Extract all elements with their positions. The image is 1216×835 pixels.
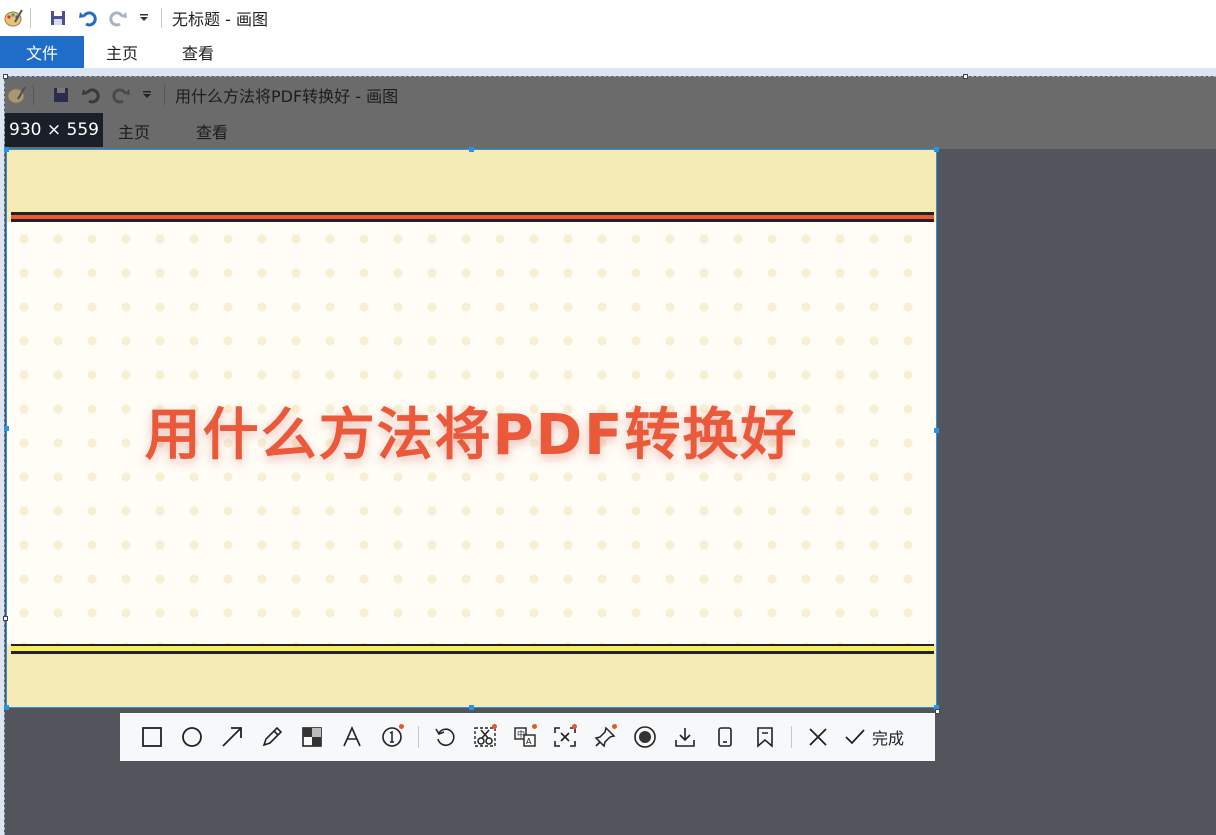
send-to-phone-tool-button[interactable]	[705, 717, 745, 757]
captured-separator	[33, 85, 34, 105]
new-feature-dot	[612, 724, 617, 729]
captured-customize-icon	[136, 84, 158, 106]
svg-text:中: 中	[517, 729, 525, 739]
number-marker-tool-button[interactable]	[372, 717, 412, 757]
captured-ribbon-tabs: 文件 主页 查看	[5, 113, 1216, 149]
redo-icon[interactable]	[107, 7, 129, 29]
svg-text:A: A	[526, 737, 532, 746]
captured-title-separator	[164, 85, 165, 105]
undo-icon[interactable]	[77, 7, 99, 29]
captured-window-title: 用什么方法将PDF转换好 - 画图	[175, 87, 399, 106]
undo-tool-button[interactable]	[425, 717, 465, 757]
new-feature-dot	[572, 724, 577, 729]
screenshot-toolbar: 中A 完成	[120, 713, 935, 761]
banner-title: 用什么方法将PDF转换好	[144, 403, 799, 468]
customize-quick-access-icon[interactable]	[133, 7, 155, 29]
toolbar-separator-2	[791, 726, 792, 748]
record-tool-button[interactable]	[625, 717, 665, 757]
canvas-handle-top-left[interactable]	[3, 74, 8, 79]
new-feature-dot	[532, 724, 537, 729]
text-tool-button[interactable]	[332, 717, 372, 757]
resize-handle-right[interactable]	[934, 428, 939, 433]
resize-handle-bottom[interactable]	[469, 705, 474, 710]
ribbon-tab-bar: 文件 主页 查看	[0, 36, 1216, 68]
canvas-handle-top-right[interactable]	[963, 74, 968, 79]
captured-tab-view: 查看	[195, 123, 228, 142]
check-icon	[844, 728, 866, 746]
selection-region[interactable]: 用什么方法将PDF转换好	[6, 149, 937, 708]
ellipse-tool-button[interactable]	[172, 717, 212, 757]
save-icon[interactable]	[47, 7, 69, 29]
captured-redo-icon	[110, 84, 132, 106]
banner-bottom-stripe	[11, 644, 934, 654]
resize-handle-bottom-left[interactable]	[4, 705, 9, 710]
canvas-handle-left[interactable]	[3, 616, 8, 621]
download-tool-button[interactable]	[665, 717, 705, 757]
resize-handle-top-left[interactable]	[4, 147, 9, 152]
toolbar-separator	[418, 726, 419, 748]
resize-handle-top-right[interactable]	[934, 147, 939, 152]
resize-handle-left[interactable]	[4, 426, 9, 431]
tab-view[interactable]: 查看	[160, 36, 236, 68]
captured-title-bar: 用什么方法将PDF转换好 - 画图	[5, 77, 1216, 113]
cancel-button[interactable]	[798, 717, 838, 757]
new-feature-dot	[399, 724, 404, 729]
title-separator	[161, 8, 162, 28]
arrow-tool-button[interactable]	[212, 717, 252, 757]
ocr-tool-button[interactable]	[545, 717, 585, 757]
cutout-tool-button[interactable]	[465, 717, 505, 757]
selection-size-badge: 930 × 559	[5, 113, 103, 147]
paint-app-icon[interactable]	[2, 7, 24, 29]
canvas-handle-right[interactable]	[935, 709, 940, 714]
captured-undo-icon	[80, 84, 102, 106]
done-label: 完成	[872, 729, 905, 748]
banner-top-stripe	[11, 212, 934, 222]
bookmark-tool-button[interactable]	[745, 717, 785, 757]
rectangle-tool-button[interactable]	[132, 717, 172, 757]
resize-handle-top[interactable]	[469, 147, 474, 152]
mosaic-tool-button[interactable]	[292, 717, 332, 757]
quick-access-separator	[30, 8, 31, 28]
captured-save-icon	[50, 84, 72, 106]
captured-tab-home: 主页	[117, 123, 150, 142]
new-feature-dot	[492, 724, 497, 729]
capture-overlay-right[interactable]	[966, 76, 1216, 835]
tab-home[interactable]: 主页	[84, 36, 160, 68]
captured-paint-app-icon	[5, 84, 27, 106]
pencil-tool-button[interactable]	[252, 717, 292, 757]
done-button[interactable]: 完成	[844, 725, 904, 749]
translate-tool-button[interactable]: 中A	[505, 717, 545, 757]
title-bar: 无标题 - 画图	[0, 0, 1216, 36]
window-title: 无标题 - 画图	[172, 10, 268, 29]
pin-tool-button[interactable]	[585, 717, 625, 757]
tab-file[interactable]: 文件	[0, 36, 84, 68]
